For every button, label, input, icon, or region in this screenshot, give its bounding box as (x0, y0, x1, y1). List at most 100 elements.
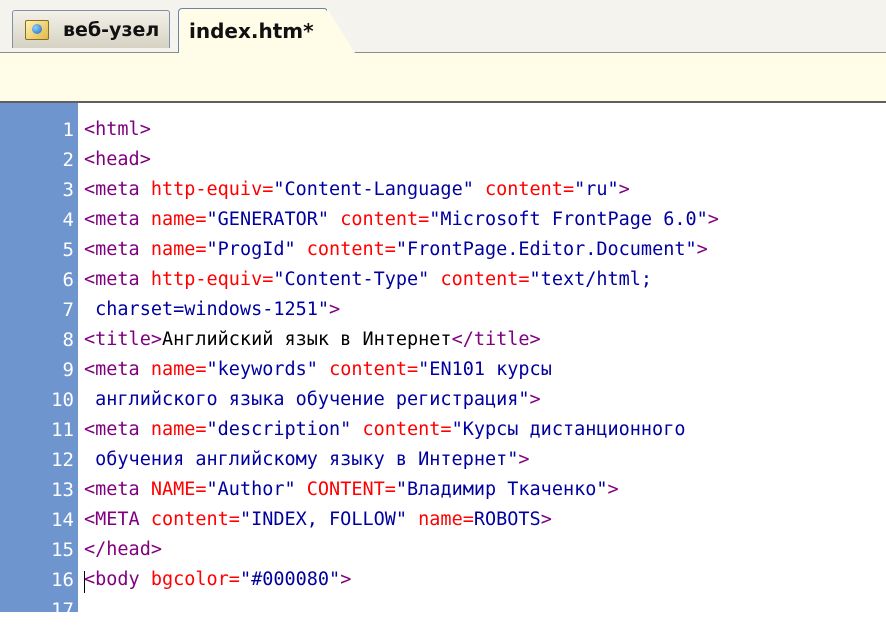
code-line[interactable]: 17 (0, 595, 886, 625)
code-line[interactable]: 1 <html> (0, 115, 886, 145)
code-token-tag: <head> (84, 149, 151, 170)
line-code: charset=windows-1251"> (84, 295, 340, 325)
code-token-tag: <meta (84, 239, 151, 260)
line-code: <title>Английский язык в Интернет</title… (84, 325, 541, 355)
code-token-tag: > (707, 209, 719, 230)
code-token-attr: bgcolor= (150, 569, 240, 590)
code-line[interactable]: 6 <meta http-equiv="Content-Type" content… (0, 265, 886, 295)
line-code: английского языка обучение регистрация"> (84, 385, 541, 415)
code-line[interactable]: 12 обучения английскому языку в Интернет… (0, 445, 886, 475)
code-token-val: "INDEX, FOLLOW" (239, 509, 419, 530)
code-token-attr: http-equiv= (150, 179, 274, 200)
line-number: 8 (62, 329, 74, 351)
line-number: 6 (62, 269, 74, 291)
code-token-tag: <META (84, 509, 151, 530)
code-line[interactable]: 4 <meta name="GENERATOR" content="Microso… (0, 205, 886, 235)
tab-index-htm-label: index.htm* (189, 19, 314, 43)
code-token-val: "Microsoft FrontPage 6.0" (429, 209, 708, 230)
code-line[interactable]: 15 </head> (0, 535, 886, 565)
code-token-txt: Английский язык в Интернет (161, 329, 452, 350)
code-line[interactable]: 5 <meta name="ProgId" content="FrontPage.… (0, 235, 886, 265)
code-token-val: "Курсы дистанционного (451, 419, 686, 440)
code-token-val: "EN101 курсы (418, 359, 552, 380)
code-token-tag: </title> (451, 329, 541, 350)
code-line[interactable]: 11 <meta name="description" content="Курс… (0, 415, 886, 445)
code-token-attr: content= (440, 269, 530, 290)
code-line[interactable]: 3 <meta http-equiv="Content-Language" con… (0, 175, 886, 205)
line-code: <meta http-equiv="Content-Language" cont… (84, 175, 630, 205)
code-token-val: "text/html; (529, 269, 653, 290)
code-line[interactable]: 2 <head> (0, 145, 886, 175)
code-token-tag: <html> (84, 119, 151, 140)
line-code: </head> (84, 535, 162, 565)
code-token-val: "keywords" (206, 359, 330, 380)
line-number: 3 (62, 179, 74, 201)
code-token-attr: name= (150, 419, 207, 440)
code-token-val: "ru" (574, 179, 619, 200)
code-line[interactable]: 14 <META content="INDEX, FOLLOW" name=ROB… (0, 505, 886, 535)
line-number: 7 (62, 299, 74, 321)
code-token-tag: <body (84, 569, 151, 590)
code-token-val: "Content-Type" (273, 269, 441, 290)
code-editor[interactable]: 1 <html> 2 <head> 3 <meta http-equiv="Content… (0, 103, 886, 621)
tab-index-htm[interactable]: index.htm* (178, 8, 355, 53)
code-token-val: charset=windows-1251" (84, 299, 330, 320)
line-number: 9 (62, 359, 74, 381)
code-line[interactable]: 13 <meta NAME="Author" CONTENT="Владимир … (0, 475, 886, 505)
code-token-attr: name= (150, 239, 207, 260)
code-token-tag: <meta (84, 479, 151, 500)
code-token-tag: > (540, 509, 552, 530)
code-token-val: "GENERATOR" (206, 209, 341, 230)
code-token-attr: http-equiv= (150, 269, 274, 290)
code-token-attr: name= (418, 509, 474, 530)
code-line[interactable]: 9 <meta name="keywords" content="EN101 ку… (0, 355, 886, 385)
code-token-attr: name= (150, 359, 207, 380)
code-token-val: "Author" (206, 479, 307, 500)
line-code: <meta http-equiv="Content-Type" content=… (84, 265, 652, 295)
code-token-tag: > (618, 179, 630, 200)
line-number: 2 (62, 149, 74, 171)
code-token-val: "FrontPage.Editor.Document" (395, 239, 697, 260)
code-line[interactable]: 8 <title>Английский язык в Интернет</titl… (0, 325, 886, 355)
code-token-tag: <title> (84, 329, 162, 350)
line-number: 4 (62, 209, 74, 231)
line-code: <META content="INDEX, FOLLOW" name=ROBOT… (84, 505, 552, 535)
line-number: 5 (62, 239, 74, 261)
line-code: <meta name="ProgId" content="FrontPage.E… (84, 235, 708, 265)
editor-toolbar-strip (0, 53, 886, 103)
line-number: 12 (51, 449, 74, 471)
code-token-val: "description" (206, 419, 363, 440)
code-token-attr: content= (484, 179, 575, 200)
line-code: <head> (84, 145, 151, 175)
code-token-val: обучения английскому языку в Интернет" (84, 449, 519, 470)
line-number: 1 (62, 119, 74, 141)
code-token-attr: content= (362, 419, 452, 440)
code-token-val: "Content-Language" (273, 179, 485, 200)
code-line[interactable]: 10 английского языка обучение регистраци… (0, 385, 886, 415)
tab-website-label: веб-узел (63, 18, 160, 41)
line-code: обучения английскому языку в Интернет"> (84, 445, 529, 475)
tab-website[interactable]: веб-узел (12, 10, 170, 48)
code-token-tag: <meta (84, 419, 151, 440)
line-number: 14 (51, 509, 74, 531)
text-cursor (84, 571, 85, 593)
document-tab-bar: веб-узел index.htm* (0, 0, 886, 53)
code-line[interactable]: 7 charset=windows-1251"> (0, 295, 886, 325)
code-token-tag: > (340, 569, 352, 590)
code-token-attr: name= (150, 209, 207, 230)
line-code: <meta name="keywords" content="EN101 кур… (84, 355, 552, 385)
line-code: <meta name="GENERATOR" content="Microsof… (84, 205, 719, 235)
line-code: <body bgcolor="#000080"> (84, 565, 351, 595)
code-token-tag: <meta (84, 269, 151, 290)
code-token-tag: > (607, 479, 619, 500)
code-token-tag: <meta (84, 209, 151, 230)
code-token-tag: > (529, 389, 541, 410)
line-code: <meta NAME="Author" CONTENT="Владимир Тк… (84, 475, 619, 505)
line-code: <meta name="description" content="Курсы … (84, 415, 685, 445)
code-line[interactable]: 16 <body bgcolor="#000080"> (0, 565, 886, 595)
code-token-attr: content= (329, 359, 419, 380)
line-number: 11 (51, 419, 74, 441)
code-token-attr: NAME= (150, 479, 207, 500)
line-number: 17 (51, 599, 74, 621)
code-token-val: английского языка обучение регистрация" (84, 389, 530, 410)
